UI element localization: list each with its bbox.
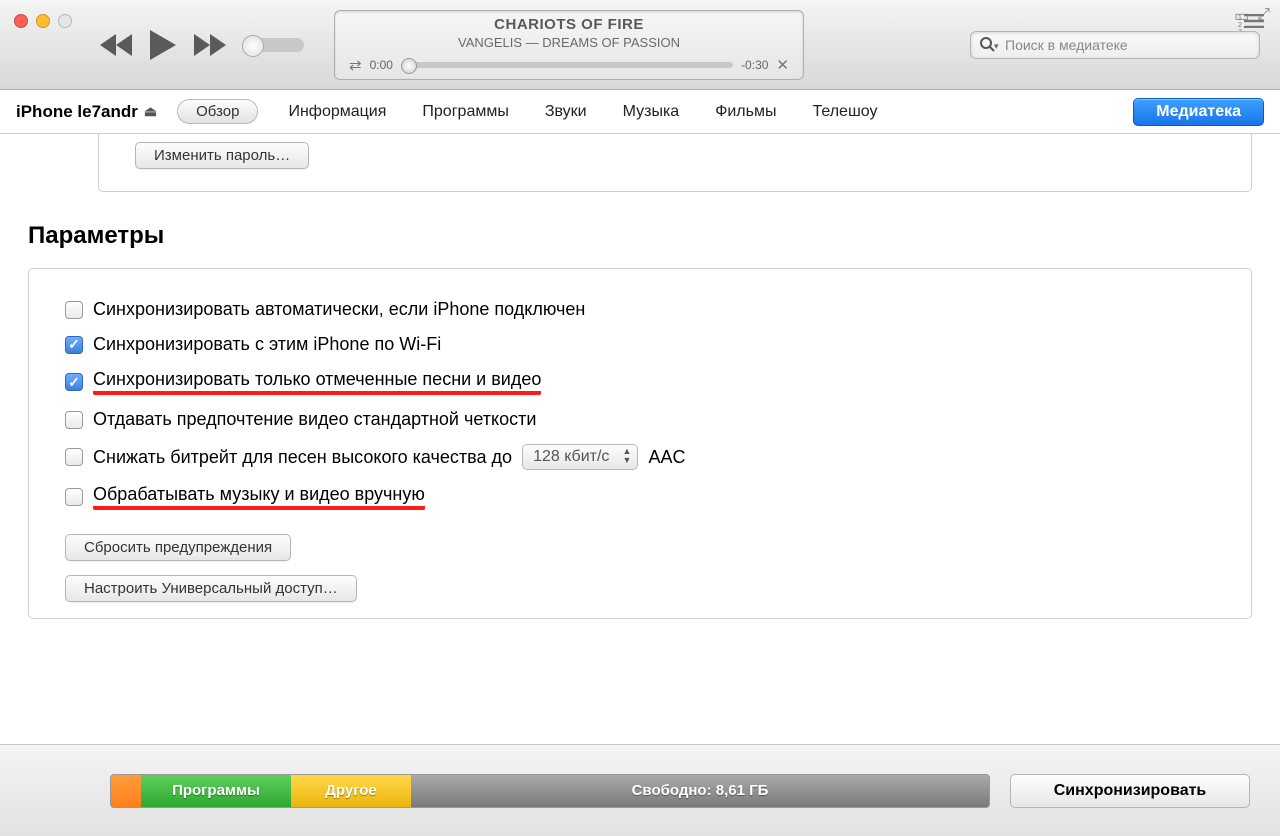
- next-button[interactable]: [194, 34, 226, 56]
- tab-bar: iPhone le7andr ⏏ Обзор Информация Програ…: [0, 90, 1280, 134]
- repeat-icon[interactable]: ⇄: [349, 56, 362, 74]
- label-manual: Обрабатывать музыку и видео вручную: [93, 484, 425, 510]
- checkbox-auto-sync[interactable]: [65, 301, 83, 319]
- capacity-bar[interactable]: Программы Другое Свободно: 8,61 ГБ: [110, 774, 990, 808]
- checkbox-wifi-sync[interactable]: [65, 336, 83, 354]
- tab-movies[interactable]: Фильмы: [715, 103, 776, 121]
- track-subtitle[interactable]: VANGELIS — DREAMS OF PASSION: [458, 35, 680, 50]
- remaining-time: -0:30: [741, 58, 768, 72]
- playback-controls: [100, 30, 304, 60]
- tab-music[interactable]: Музыка: [623, 103, 680, 121]
- option-bitrate: Снижать битрейт для песен высокого качес…: [65, 444, 1215, 470]
- bitrate-value: 128 кбит/с: [533, 448, 609, 466]
- label-checked-only: Синхронизировать только отмеченные песни…: [93, 369, 541, 395]
- option-wifi-sync: Синхронизировать с этим iPhone по Wi-Fi: [65, 334, 1215, 355]
- label-auto-sync: Синхронизировать автоматически, если iPh…: [93, 299, 585, 320]
- volume-slider[interactable]: [244, 38, 304, 52]
- bottom-bar: Программы Другое Свободно: 8,61 ГБ Синхр…: [0, 744, 1280, 836]
- checkbox-prefer-sd[interactable]: [65, 411, 83, 429]
- search-wrap: ▾: [970, 31, 1260, 59]
- upper-panel: Изменить пароль…: [98, 134, 1252, 192]
- tab-tvshows[interactable]: Телешоу: [812, 103, 877, 121]
- eject-icon[interactable]: ⏏: [144, 103, 157, 120]
- section-title: Параметры: [28, 222, 1252, 250]
- label-bitrate: Снижать битрейт для песен высокого качес…: [93, 447, 512, 468]
- accessibility-button[interactable]: Настроить Универсальный доступ…: [65, 575, 357, 602]
- main-content: Изменить пароль… Параметры Синхронизиров…: [0, 134, 1280, 619]
- tab-overview[interactable]: Обзор: [177, 99, 258, 124]
- capacity-segment-apps: Программы: [141, 775, 291, 807]
- bitrate-select[interactable]: 128 кбит/с ▲▼: [522, 444, 638, 470]
- minimize-window-button[interactable]: [36, 14, 50, 28]
- library-button[interactable]: Медиатека: [1133, 98, 1264, 126]
- capacity-segment-free: Свободно: 8,61 ГБ: [411, 775, 989, 807]
- search-input[interactable]: [970, 31, 1260, 59]
- checkbox-checked-only[interactable]: [65, 373, 83, 391]
- toolbar: ▭ ⤢ CHARIOTS OF FIRE VANGELIS — DREAMS O…: [0, 0, 1280, 90]
- label-prefer-sd: Отдавать предпочтение видео стандартной …: [93, 409, 536, 430]
- reset-warnings-button[interactable]: Сбросить предупреждения: [65, 534, 291, 561]
- device-name[interactable]: iPhone le7andr ⏏: [16, 102, 157, 122]
- stepper-arrows-icon: ▲▼: [623, 447, 632, 465]
- device-name-label: iPhone le7andr: [16, 102, 138, 122]
- shuffle-icon[interactable]: ✕: [776, 56, 789, 74]
- previous-button[interactable]: [100, 34, 132, 56]
- track-title[interactable]: CHARIOTS OF FIRE: [494, 16, 644, 33]
- progress-slider[interactable]: [401, 62, 733, 68]
- elapsed-time: 0:00: [370, 58, 393, 72]
- now-playing-display: CHARIOTS OF FIRE VANGELIS — DREAMS OF PA…: [334, 10, 804, 80]
- search-dropdown-icon[interactable]: ▾: [994, 41, 999, 52]
- zoom-window-button[interactable]: [58, 14, 72, 28]
- tab-info[interactable]: Информация: [288, 103, 386, 121]
- option-checked-only: Синхронизировать только отмеченные песни…: [65, 369, 1215, 395]
- bitrate-codec: AAC: [648, 447, 685, 468]
- option-manual: Обрабатывать музыку и видео вручную: [65, 484, 1215, 510]
- capacity-segment-audio: [111, 775, 141, 807]
- sync-button[interactable]: Синхронизировать: [1010, 774, 1250, 808]
- option-prefer-sd: Отдавать предпочтение видео стандартной …: [65, 409, 1215, 430]
- options-panel: Синхронизировать автоматически, если iPh…: [28, 268, 1252, 619]
- tab-apps[interactable]: Программы: [422, 103, 508, 121]
- search-icon: [980, 37, 995, 52]
- window-controls: [14, 14, 72, 28]
- change-password-button[interactable]: Изменить пароль…: [135, 142, 309, 169]
- checkbox-manual[interactable]: [65, 488, 83, 506]
- option-auto-sync: Синхронизировать автоматически, если iPh…: [65, 299, 1215, 320]
- label-wifi-sync: Синхронизировать с этим iPhone по Wi-Fi: [93, 334, 441, 355]
- play-button[interactable]: [150, 30, 176, 60]
- close-window-button[interactable]: [14, 14, 28, 28]
- checkbox-bitrate[interactable]: [65, 448, 83, 466]
- tab-sounds[interactable]: Звуки: [545, 103, 587, 121]
- capacity-segment-other: Другое: [291, 775, 411, 807]
